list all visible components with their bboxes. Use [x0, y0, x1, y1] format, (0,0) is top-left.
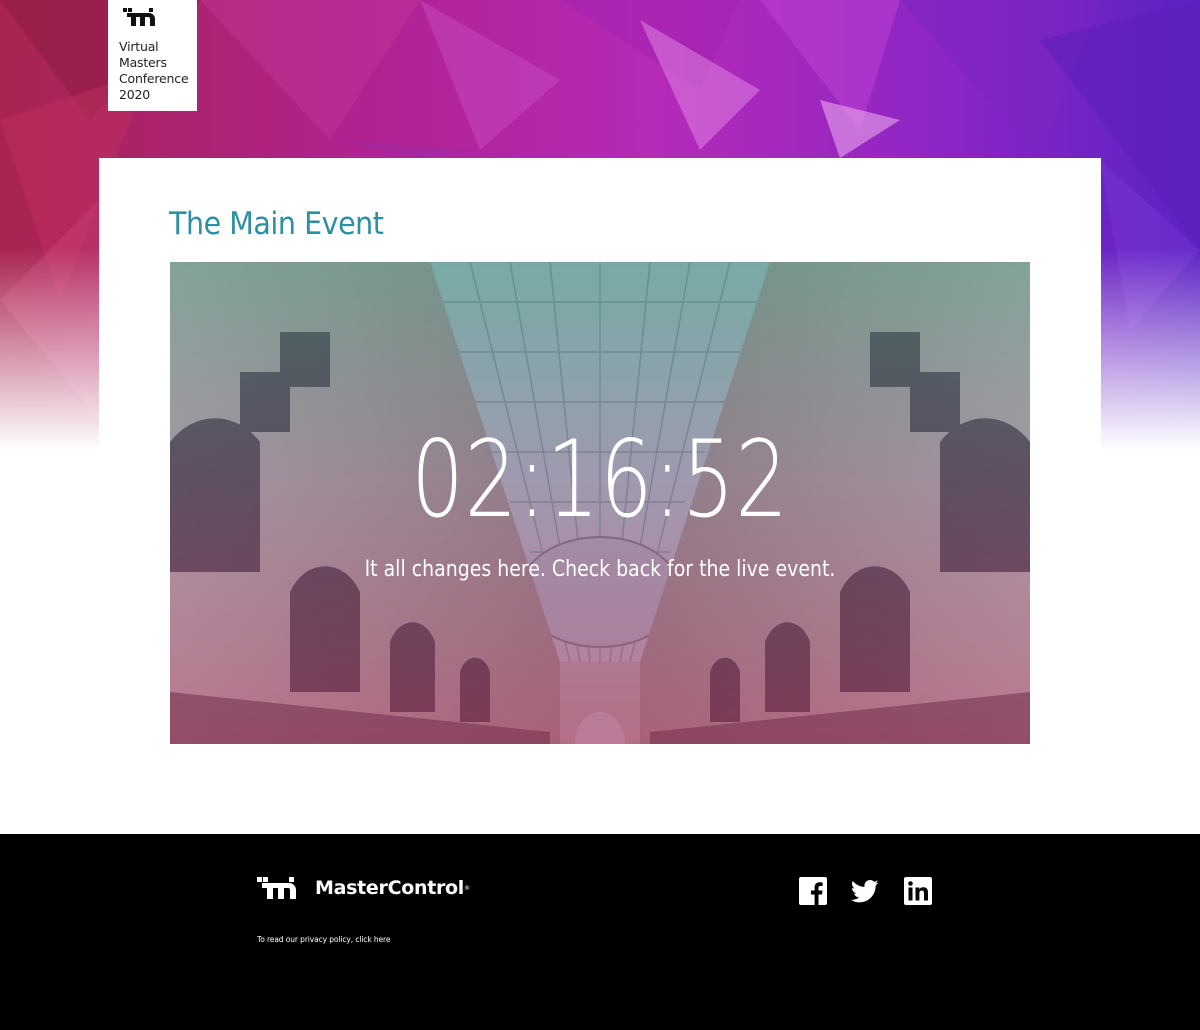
facebook-icon: [799, 877, 827, 905]
event-video-placeholder[interactable]: 02:16:52 It all changes here. Check back…: [170, 262, 1030, 744]
twitter-link[interactable]: [851, 877, 879, 905]
countdown-timer: 02:16:52: [411, 418, 789, 541]
main-content-card: The Main Event 02:16:52 It all changes h…: [99, 158, 1101, 834]
mastercontrol-logo-icon: [123, 8, 155, 26]
countdown-message: It all changes here. Check back for the …: [364, 557, 836, 582]
linkedin-icon: [904, 877, 932, 905]
twitter-icon: [851, 880, 879, 903]
conference-name-line: Virtual: [119, 39, 159, 54]
conference-name-line: Conference: [119, 71, 189, 86]
company-name: MasterControl: [315, 877, 465, 899]
conference-logo-card[interactable]: Virtual Masters Conference 2020: [108, 0, 197, 111]
site-footer: MasterControl ® To read our privacy polic…: [0, 834, 1200, 1030]
facebook-link[interactable]: [799, 877, 827, 905]
trademark-symbol: ®: [464, 884, 471, 892]
conference-year: 2020: [119, 87, 151, 102]
page-title: The Main Event: [169, 206, 384, 242]
mastercontrol-logo-icon: [257, 877, 296, 899]
privacy-policy-link[interactable]: To read our privacy policy, click here: [257, 935, 390, 944]
footer-brand-logo[interactable]: MasterControl ®: [257, 877, 470, 899]
conference-name-line: Masters: [119, 55, 167, 70]
linkedin-link[interactable]: [904, 877, 932, 905]
